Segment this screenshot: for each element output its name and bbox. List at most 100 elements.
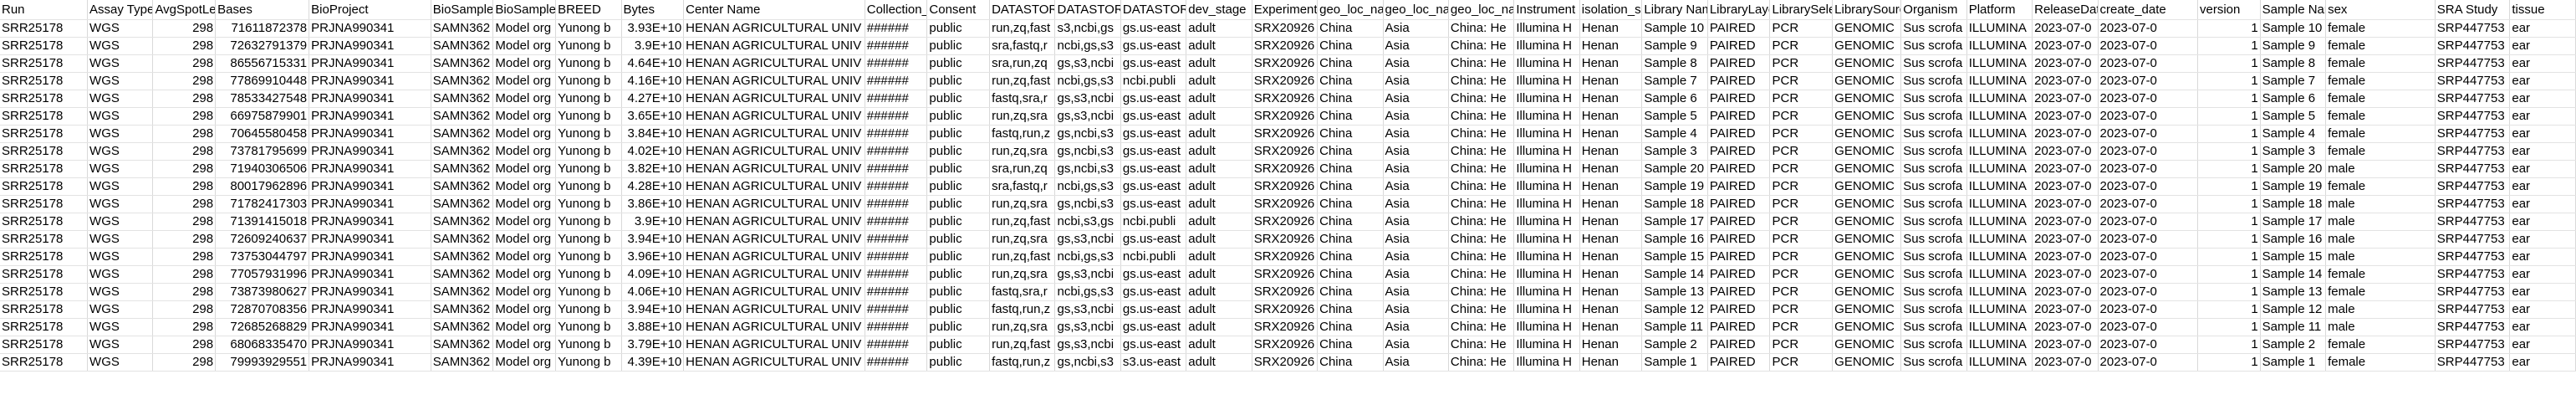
cell[interactable]: China: [1317, 54, 1384, 73]
cell[interactable]: run,zq,sra: [989, 318, 1056, 336]
cell[interactable]: ncbi,gs,s3: [1054, 37, 1121, 55]
cell[interactable]: 68068335470: [215, 336, 310, 354]
cell[interactable]: Henan: [1579, 336, 1643, 354]
cell[interactable]: Library Name: [1641, 0, 1708, 20]
cell[interactable]: 3.9E+10: [621, 213, 685, 231]
cell[interactable]: SRR25178: [0, 90, 89, 108]
cell[interactable]: SAMN362: [431, 90, 494, 108]
cell[interactable]: ######: [865, 19, 928, 38]
cell[interactable]: 4.28E+10: [621, 177, 685, 196]
cell[interactable]: ILLUMINA: [1966, 177, 2033, 196]
cell[interactable]: 80017962896: [215, 177, 310, 196]
cell[interactable]: WGS: [87, 19, 154, 38]
cell[interactable]: HENAN AGRICULTURAL UNIV: [683, 177, 865, 196]
cell[interactable]: public: [926, 107, 991, 126]
cell[interactable]: SAMN362: [431, 72, 494, 90]
cell[interactable]: Sample 16: [1641, 230, 1708, 249]
cell[interactable]: PAIRED: [1707, 265, 1771, 284]
cell[interactable]: PAIRED: [1707, 37, 1771, 55]
cell[interactable]: China: He: [1448, 283, 1515, 301]
cell[interactable]: Model org: [492, 353, 557, 372]
cell[interactable]: Model org: [492, 107, 557, 126]
cell[interactable]: ######: [865, 265, 928, 284]
cell[interactable]: female: [2325, 72, 2436, 90]
cell[interactable]: Asia: [1383, 177, 1449, 196]
cell[interactable]: Sample 14: [1641, 265, 1708, 284]
cell[interactable]: PCR: [1769, 125, 1834, 143]
cell[interactable]: SRR25178: [0, 353, 89, 372]
cell[interactable]: PAIRED: [1707, 230, 1771, 249]
cell[interactable]: 3.88E+10: [621, 318, 685, 336]
cell[interactable]: gs,s3,ncbi: [1054, 265, 1121, 284]
cell[interactable]: gs,ncbi,s3: [1054, 195, 1121, 213]
cell[interactable]: SRR25178: [0, 125, 89, 143]
cell[interactable]: run,zq,fast: [989, 248, 1056, 266]
cell[interactable]: 2023-07-0: [2032, 160, 2099, 178]
cell[interactable]: Sample 19: [2260, 177, 2327, 196]
cell[interactable]: ######: [865, 142, 928, 161]
cell[interactable]: HENAN AGRICULTURAL UNIV: [683, 160, 865, 178]
cell[interactable]: SRP447753: [2435, 107, 2511, 126]
cell[interactable]: WGS: [87, 336, 154, 354]
cell[interactable]: Sample 13: [1641, 283, 1708, 301]
cell[interactable]: SRA Study: [2435, 0, 2511, 20]
cell[interactable]: Illumina H: [1513, 90, 1580, 108]
cell[interactable]: PCR: [1769, 353, 1834, 372]
cell[interactable]: public: [926, 195, 991, 213]
cell[interactable]: Bytes: [621, 0, 685, 20]
cell[interactable]: 4.39E+10: [621, 353, 685, 372]
cell[interactable]: gs,ncbi,s3: [1054, 142, 1121, 161]
cell[interactable]: 298: [152, 248, 217, 266]
cell[interactable]: Sample 18: [1641, 195, 1708, 213]
cell[interactable]: female: [2325, 283, 2436, 301]
cell[interactable]: 4.64E+10: [621, 54, 685, 73]
cell[interactable]: ILLUMINA: [1966, 160, 2033, 178]
cell[interactable]: Henan: [1579, 195, 1643, 213]
cell[interactable]: Yunong b: [555, 195, 622, 213]
cell[interactable]: SRX20926: [1252, 72, 1319, 90]
cell[interactable]: SRX20926: [1252, 142, 1319, 161]
cell[interactable]: 72870708356: [215, 300, 310, 319]
cell[interactable]: ear: [2509, 54, 2576, 73]
cell[interactable]: gs.us-east: [1120, 125, 1187, 143]
cell[interactable]: ear: [2509, 19, 2576, 38]
cell[interactable]: ######: [865, 72, 928, 90]
cell[interactable]: 2023-07-0: [2032, 177, 2099, 196]
cell[interactable]: Sus scrofa: [1900, 230, 1967, 249]
cell[interactable]: SRR25178: [0, 160, 89, 178]
cell[interactable]: Model org: [492, 283, 557, 301]
cell[interactable]: Sample 7: [2260, 72, 2327, 90]
cell[interactable]: Illumina H: [1513, 160, 1580, 178]
cell[interactable]: 2023-07-0: [2098, 318, 2199, 336]
cell[interactable]: SAMN362: [431, 142, 494, 161]
cell[interactable]: Henan: [1579, 283, 1643, 301]
cell[interactable]: 298: [152, 336, 217, 354]
cell[interactable]: ILLUMINA: [1966, 125, 2033, 143]
cell[interactable]: GENOMIC: [1832, 213, 1902, 231]
cell[interactable]: Model org: [492, 19, 557, 38]
cell[interactable]: SRR25178: [0, 336, 89, 354]
cell[interactable]: Henan: [1579, 230, 1643, 249]
cell[interactable]: Sample 11: [1641, 318, 1708, 336]
cell[interactable]: 1: [2197, 213, 2261, 231]
cell[interactable]: Model org: [492, 142, 557, 161]
cell[interactable]: China: [1317, 213, 1384, 231]
cell[interactable]: ######: [865, 195, 928, 213]
cell[interactable]: s3.us-east: [1120, 353, 1187, 372]
cell[interactable]: ncbi.publi: [1120, 248, 1187, 266]
cell[interactable]: SRR25178: [0, 230, 89, 249]
cell[interactable]: SRP447753: [2435, 125, 2511, 143]
cell[interactable]: version: [2197, 0, 2261, 20]
cell[interactable]: 3.86E+10: [621, 195, 685, 213]
cell[interactable]: ######: [865, 300, 928, 319]
cell[interactable]: PCR: [1769, 160, 1834, 178]
cell[interactable]: Model org: [492, 90, 557, 108]
cell[interactable]: adult: [1186, 353, 1252, 372]
cell[interactable]: 1: [2197, 248, 2261, 266]
cell[interactable]: 78533427548: [215, 90, 310, 108]
cell[interactable]: PRJNA990341: [309, 142, 431, 161]
cell[interactable]: SAMN362: [431, 160, 494, 178]
cell[interactable]: GENOMIC: [1832, 125, 1902, 143]
cell[interactable]: Asia: [1383, 72, 1449, 90]
cell[interactable]: 3.94E+10: [621, 230, 685, 249]
